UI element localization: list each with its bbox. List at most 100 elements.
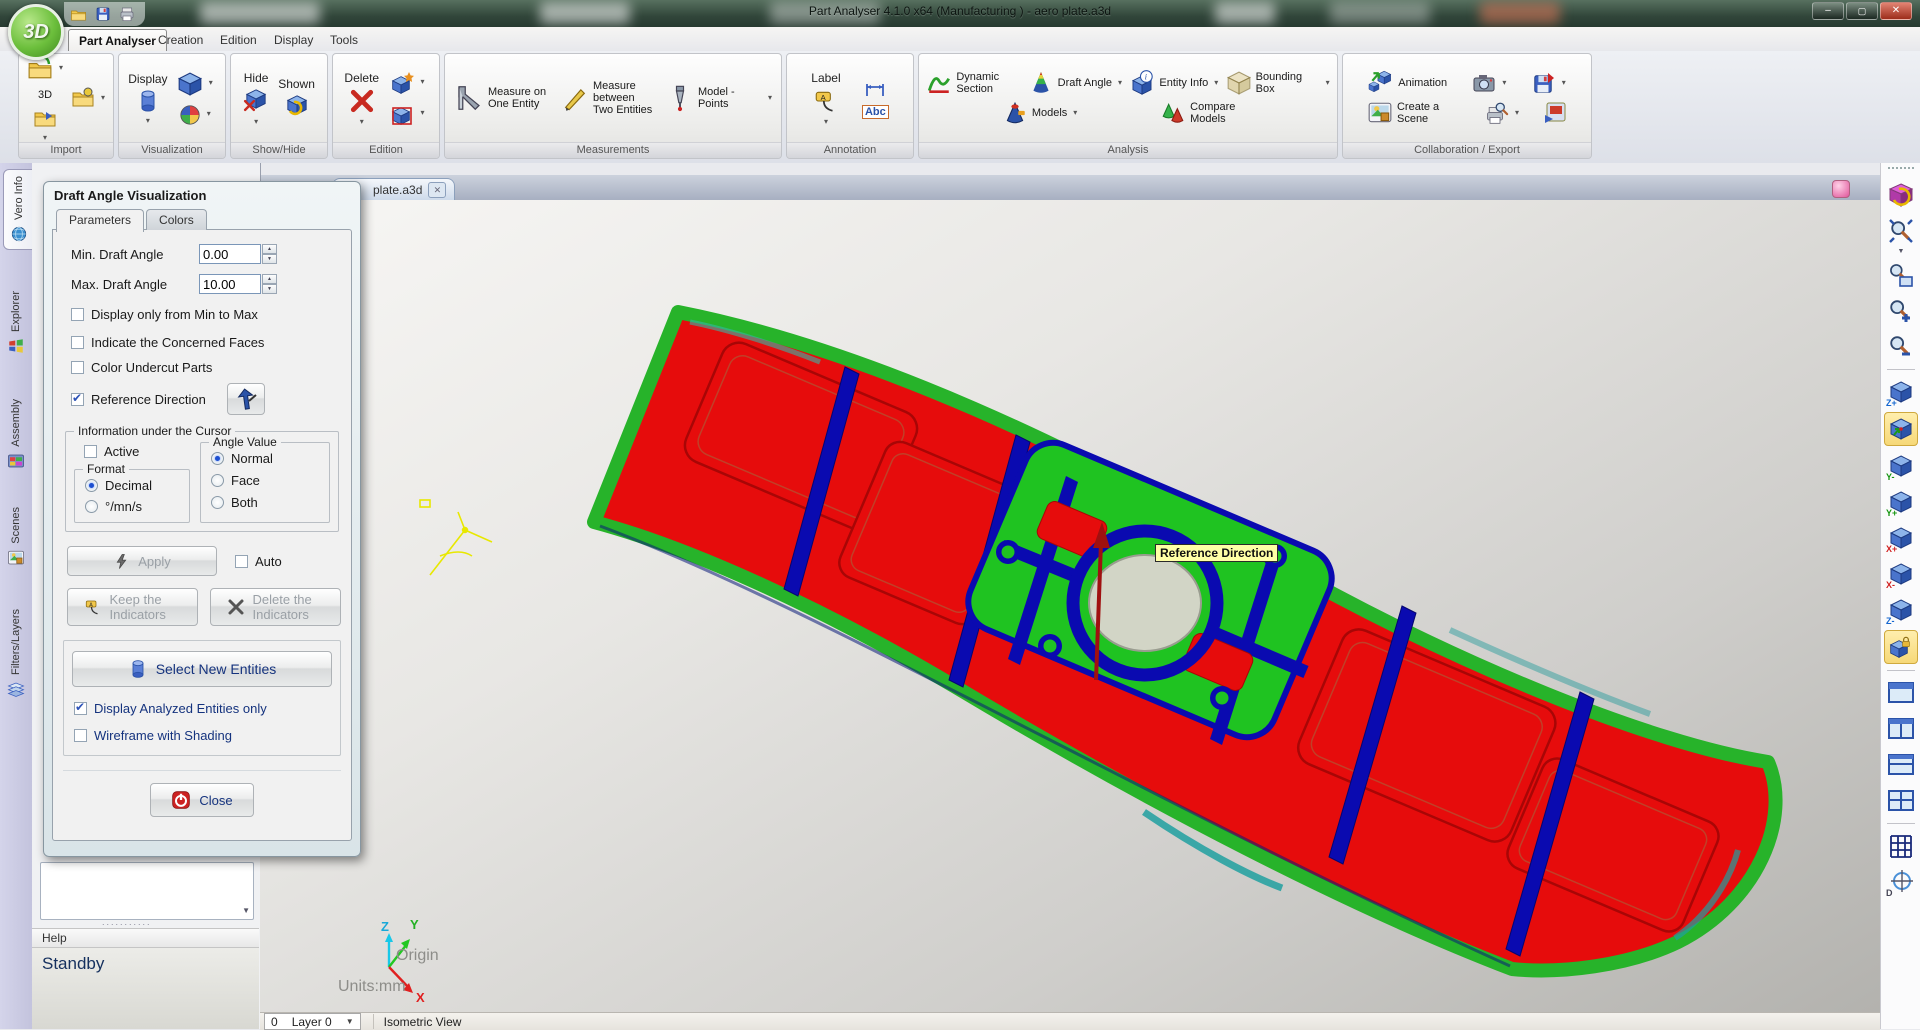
chevron-down-icon[interactable]: ▾ [824, 117, 828, 126]
draft-angle-dialog[interactable]: Draft Angle Visualization Parameters Col… [43, 181, 361, 857]
view-isometric-icon[interactable] [1884, 412, 1918, 446]
checkbox-box[interactable] [71, 308, 84, 321]
datum-icon[interactable]: D [1885, 866, 1917, 898]
radio-decimal[interactable]: Decimal [85, 478, 183, 493]
save-icon[interactable] [95, 6, 111, 22]
dynamic-section-button[interactable]: Dynamic Section [923, 68, 1023, 98]
app-logo[interactable]: 3D [8, 4, 64, 60]
checkbox-box[interactable] [74, 702, 87, 715]
measure-one-entity-button[interactable]: Measure on One Entity [451, 81, 555, 115]
dialog-tab-parameters[interactable]: Parameters [56, 209, 144, 232]
entity-info-button[interactable]: Entity Info [1126, 68, 1221, 98]
bounding-box-button[interactable]: Bounding Box [1223, 68, 1333, 98]
dialog-tab-colors[interactable]: Colors [146, 209, 207, 230]
minimize-button[interactable] [1812, 2, 1844, 20]
tab-tools[interactable]: Tools [320, 29, 368, 50]
color-button[interactable] [176, 102, 214, 128]
min-angle-stepper[interactable] [262, 244, 277, 264]
folder-3d-icon[interactable] [33, 106, 57, 130]
checkbox-box[interactable] [74, 729, 87, 742]
zoom-out-icon[interactable] [1885, 331, 1917, 363]
checkbox-box[interactable] [71, 393, 84, 406]
radio-circle[interactable] [211, 496, 224, 509]
tab-close-icon[interactable] [428, 182, 446, 198]
max-angle-stepper[interactable] [262, 274, 277, 294]
radio-deg-mn-s[interactable]: °/mn/s [85, 499, 183, 514]
keep-indicators-button[interactable]: Keep the Indicators [67, 588, 198, 626]
zoom-in-icon[interactable] [1885, 295, 1917, 327]
sidebar-tab-vero-info[interactable]: Vero Info [3, 169, 34, 250]
view-x-minus-icon[interactable]: X- [1885, 558, 1917, 590]
panel-splitter[interactable] [102, 921, 192, 926]
left-panel-list[interactable] [40, 862, 254, 920]
maximize-button[interactable] [1846, 2, 1878, 20]
models-button[interactable]: Models [999, 98, 1080, 128]
delete-x-icon[interactable] [349, 88, 375, 114]
hide-cube-icon[interactable] [243, 88, 269, 114]
checkbox-wireframe-shading[interactable]: Wireframe with Shading [74, 728, 332, 743]
close-button[interactable] [1880, 2, 1912, 20]
close-dialog-button[interactable]: Close [150, 783, 254, 817]
radio-circle[interactable] [85, 500, 98, 513]
layout-single-icon[interactable] [1885, 677, 1917, 709]
sidebar-tab-filters-layers[interactable]: Filters/Layers [2, 603, 29, 704]
tab-creation[interactable]: Creation [148, 29, 213, 50]
radio-circle[interactable] [211, 452, 224, 465]
model-aero-plate[interactable] [594, 312, 1776, 970]
view-x-plus-icon[interactable]: X+ [1885, 522, 1917, 554]
tab-display[interactable]: Display [264, 29, 323, 50]
radio-face[interactable]: Face [211, 473, 323, 488]
display-entities-icon[interactable] [1885, 179, 1917, 211]
label-tag-icon[interactable] [813, 88, 839, 114]
toolbar-grip[interactable] [1888, 167, 1914, 175]
checkbox-box[interactable] [71, 361, 84, 374]
measure-between-two-button[interactable]: Measure between Two Entities [558, 78, 660, 119]
radio-circle[interactable] [211, 474, 224, 487]
layout-two-vertical-icon[interactable] [1885, 713, 1917, 745]
sidebar-tab-explorer[interactable]: Explorer [2, 285, 29, 361]
compare-models-button[interactable]: Compare Models [1157, 98, 1257, 128]
delete-indicators-button[interactable]: Delete the Indicators [210, 588, 341, 626]
zoom-extents-icon[interactable] [1885, 215, 1917, 247]
edit-entity-button[interactable] [388, 100, 428, 128]
checkbox-box[interactable] [235, 555, 248, 568]
print-preview-button[interactable] [1482, 99, 1522, 127]
import-3d-button[interactable]: 3D [35, 87, 55, 103]
cylinder-icon[interactable] [136, 89, 160, 113]
open-folder-icon[interactable] [70, 6, 87, 23]
zoom-window-icon[interactable] [1885, 259, 1917, 291]
sidebar-tab-assembly[interactable]: Assembly [2, 393, 29, 476]
apply-button[interactable]: Apply [67, 546, 217, 576]
checkbox-box[interactable] [71, 336, 84, 349]
checkbox-reference-direction[interactable]: Reference Direction [71, 383, 341, 415]
capture-button[interactable] [1469, 69, 1509, 97]
layout-two-horizontal-icon[interactable] [1885, 749, 1917, 781]
min-draft-angle-input[interactable] [199, 244, 261, 264]
print-icon[interactable] [119, 6, 135, 22]
view-cube-button[interactable] [174, 69, 216, 99]
view-z-minus-icon[interactable]: Z- [1885, 594, 1917, 626]
checkbox-auto[interactable]: Auto [235, 554, 282, 569]
chevron-down-icon[interactable]: ▾ [43, 133, 47, 142]
zoom-extents-dropdown[interactable] [1898, 249, 1905, 257]
select-new-entities-button[interactable]: Select New Entities [72, 651, 332, 687]
abc-annotation-button[interactable]: Abc [862, 105, 889, 119]
model-canvas[interactable]: Z Y X Origin [260, 200, 1880, 1012]
view-locked-icon[interactable] [1884, 630, 1918, 664]
tab-edition[interactable]: Edition [210, 29, 267, 50]
checkbox-box[interactable] [84, 445, 97, 458]
shown-cube-icon[interactable] [284, 94, 310, 120]
sidebar-tab-scenes[interactable]: Scenes [2, 501, 29, 573]
checkbox-active[interactable]: Active [84, 444, 190, 459]
grid-icon[interactable] [1885, 830, 1917, 862]
chevron-down-icon[interactable]: ▾ [360, 117, 364, 126]
radio-circle[interactable] [85, 479, 98, 492]
chevron-down-icon[interactable]: ▾ [146, 116, 150, 125]
checkbox-color-undercut[interactable]: Color Undercut Parts [71, 360, 341, 375]
view-y-minus-icon[interactable]: Y- [1885, 450, 1917, 482]
chevron-down-icon[interactable]: ▾ [254, 117, 258, 126]
import-recent-button[interactable] [68, 84, 108, 112]
tab-bar-options-icon[interactable] [1832, 180, 1850, 198]
checkbox-display-analyzed[interactable]: Display Analyzed Entities only [74, 701, 332, 716]
model-points-button[interactable]: Model - Points [663, 82, 775, 114]
